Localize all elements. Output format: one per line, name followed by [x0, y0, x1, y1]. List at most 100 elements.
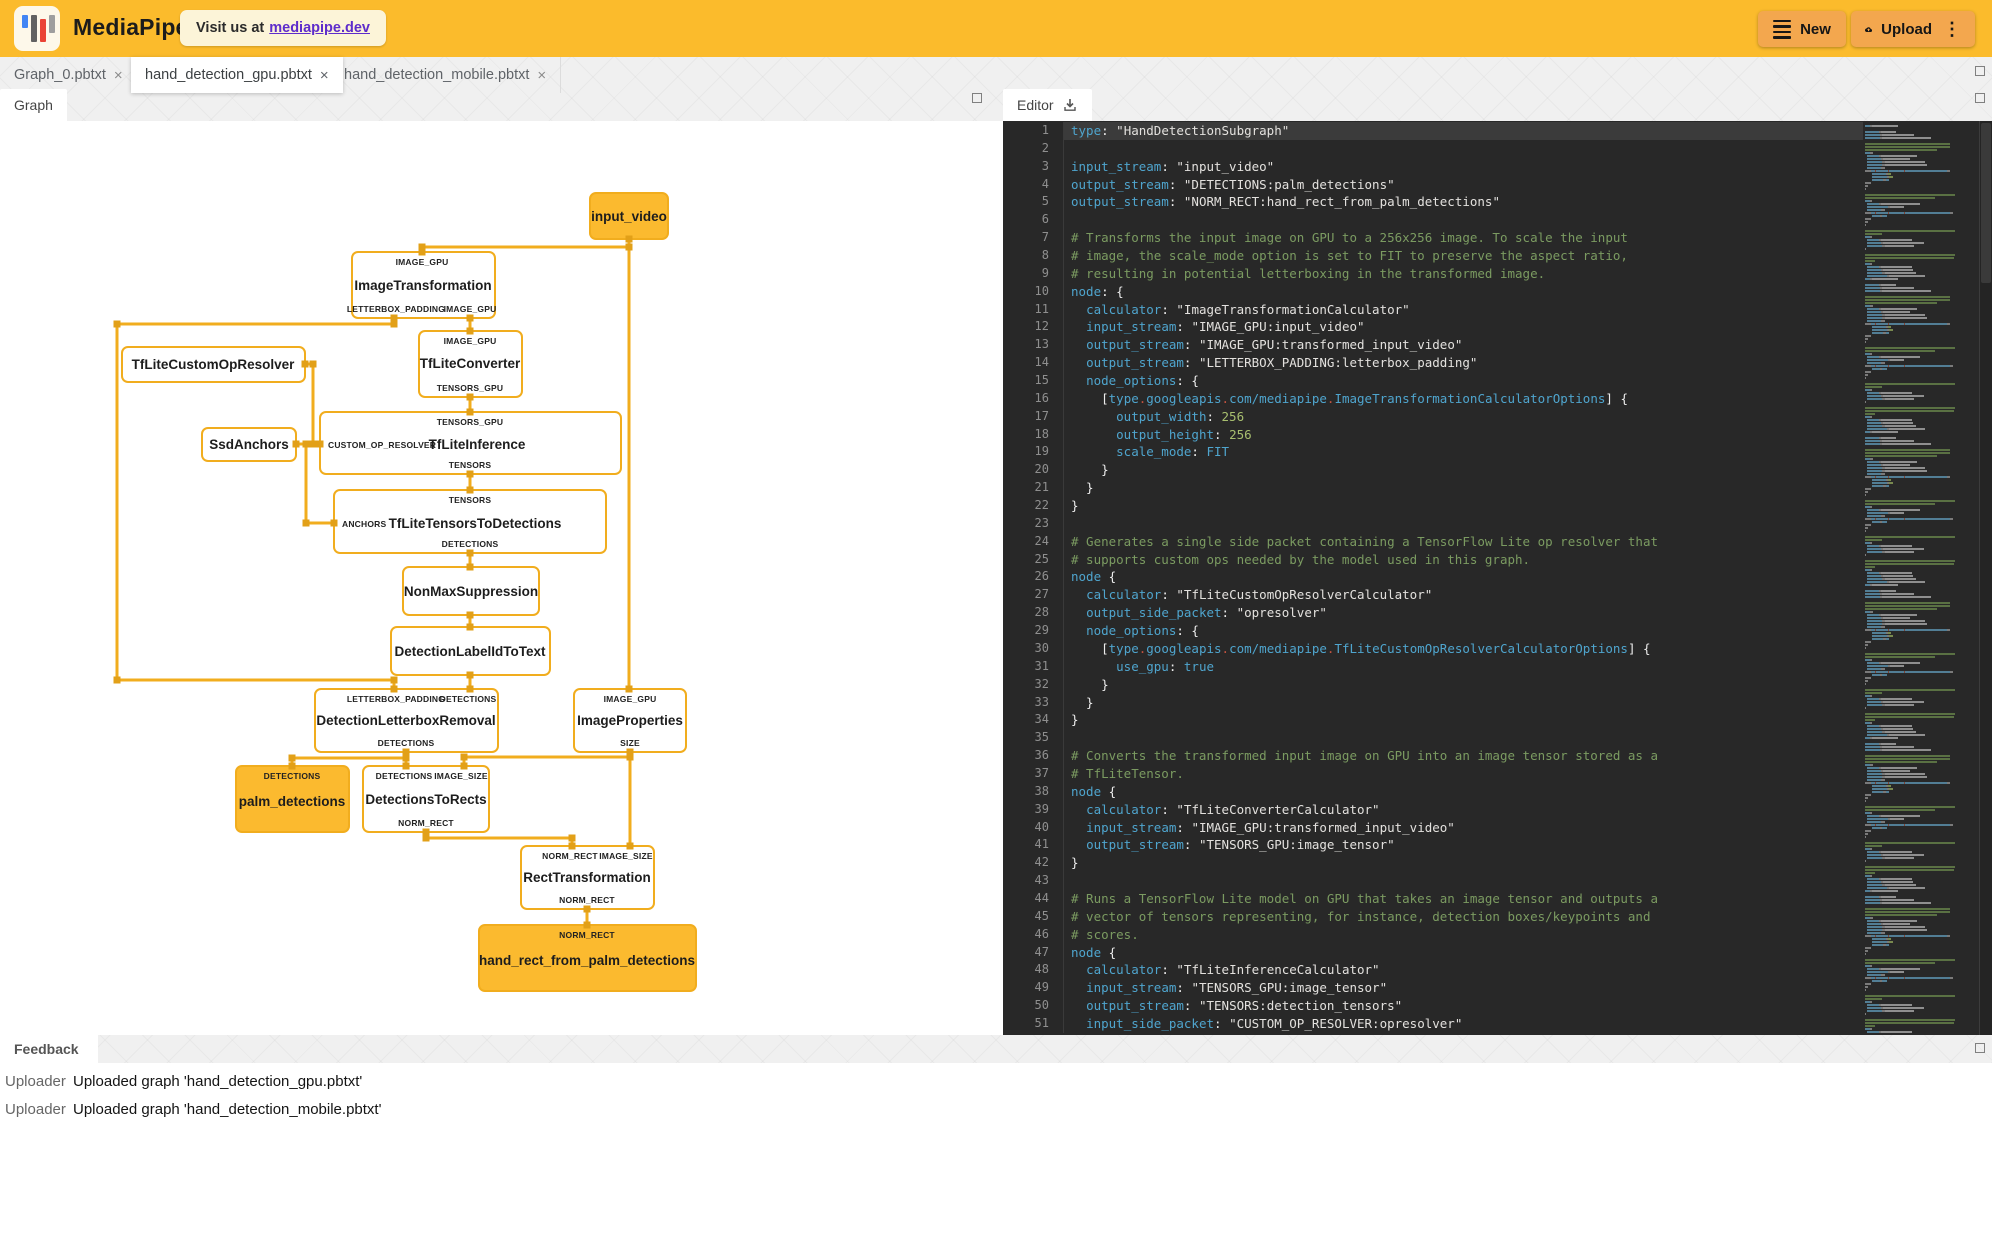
code-line: 4 output_stream: "DETECTIONS:palm_detecti…	[1003, 175, 1863, 194]
graph-node-input-video[interactable]: input_video	[589, 192, 669, 240]
code-line: 39 calculator: "TfLiteConverterCalculato…	[1003, 800, 1863, 819]
code-line: 32 }	[1003, 675, 1863, 694]
code-line: 51 input_side_packet: "CUSTOM_OP_RESOLVE…	[1003, 1014, 1863, 1033]
upload-menu-icon[interactable]: ⋮	[1943, 20, 1961, 38]
svg-text:DetectionLetterboxRemoval: DetectionLetterboxRemoval	[316, 713, 495, 728]
svg-text:DETECTIONS: DETECTIONS	[378, 738, 435, 748]
graph-canvas[interactable]: input_video IMAGE_GPU ImageTransformatio…	[0, 121, 995, 1035]
feedback-tab-label: Feedback	[14, 1041, 79, 1057]
svg-text:TfLiteConverter: TfLiteConverter	[420, 356, 521, 371]
file-tab-graph-0[interactable]: Graph_0.pbtxt ×	[0, 57, 138, 93]
file-tab-hand-detection-gpu[interactable]: hand_detection_gpu.pbtxt ×	[131, 57, 343, 93]
svg-text:LETTERBOX_PADDING: LETTERBOX_PADDING	[347, 304, 445, 314]
upload-button-label: Upload	[1881, 20, 1932, 38]
maximize-icon[interactable]	[1975, 66, 1985, 76]
maximize-feedback-icon[interactable]	[1975, 1043, 1985, 1053]
app-title: MediaPipe	[73, 14, 189, 40]
code-line: 11 calculator: "ImageTransformationCalcu…	[1003, 300, 1863, 319]
feedback-row: Uploader Uploaded graph 'hand_detection_…	[5, 1073, 362, 1090]
graph-node-non-max-suppression[interactable]: NonMaxSuppression	[402, 566, 540, 616]
code-line: 28 output_side_packet: "opresolver"	[1003, 604, 1863, 623]
new-button[interactable]: New	[1758, 11, 1846, 47]
minimap[interactable]	[1865, 125, 1977, 1033]
svg-text:TENSORS_GPU: TENSORS_GPU	[437, 383, 503, 393]
code-line: 19 scale_mode: FIT	[1003, 443, 1863, 462]
code-line: 33 }	[1003, 693, 1863, 712]
svg-text:IMAGE_GPU: IMAGE_GPU	[444, 336, 497, 346]
svg-text:DETECTIONS: DETECTIONS	[376, 771, 433, 781]
code-line: 41 output_stream: "TENSORS_GPU:image_ten…	[1003, 836, 1863, 855]
tab-editor[interactable]: Editor	[1003, 89, 1092, 121]
feedback-message: Uploaded graph 'hand_detection_mobile.pb…	[73, 1101, 382, 1118]
graph-node-tflite-tensors-to-detections[interactable]: TENSORS ANCHORS TfLiteTensorsToDetection…	[333, 489, 607, 554]
code-line: 30 [type.googleapis.com/mediapipe.TfLite…	[1003, 639, 1863, 658]
svg-text:NORM_RECT: NORM_RECT	[542, 851, 598, 861]
svg-text:IMAGE_SIZE: IMAGE_SIZE	[599, 851, 653, 861]
code-line: 26 node {	[1003, 568, 1863, 587]
maximize-graph-icon[interactable]	[972, 93, 982, 103]
graph-node-image-properties[interactable]: IMAGE_GPU ImageProperties SIZE	[573, 688, 687, 753]
graph-node-tflite-inference[interactable]: TENSORS_GPU CUSTOM_OP_RESOLVER TfLiteInf…	[319, 411, 622, 475]
code-line: 35	[1003, 729, 1863, 748]
feedback-log: Uploader Uploaded graph 'hand_detection_…	[0, 1063, 1992, 1242]
code-line: 3 input_stream: "input_video"	[1003, 157, 1863, 176]
close-icon[interactable]: ×	[114, 68, 123, 83]
graph-node-rect-transformation[interactable]: NORM_RECT IMAGE_SIZE RectTransformation …	[520, 845, 655, 910]
graph-node-palm-detections[interactable]: DETECTIONS palm_detections	[235, 765, 350, 833]
feedback-row: Uploader Uploaded graph 'hand_detection_…	[5, 1101, 381, 1118]
code-line: 10 node: {	[1003, 282, 1863, 301]
tab-strip: Graph_0.pbtxt × hand_detection_gpu.pbtxt…	[0, 57, 1992, 121]
code-line: 1 type: "HandDetectionSubgraph"	[1003, 122, 1863, 140]
close-icon[interactable]: ×	[537, 68, 546, 83]
code-line: 6	[1003, 211, 1863, 230]
svg-text:input_video: input_video	[591, 209, 667, 224]
graph-node-tflite-converter[interactable]: IMAGE_GPU TfLiteConverter TENSORS_GPU	[418, 330, 523, 398]
svg-text:palm_detections: palm_detections	[239, 794, 346, 809]
code-line: 25 # supports custom ops needed by the mo…	[1003, 550, 1863, 569]
tab-feedback[interactable]: Feedback	[0, 1035, 98, 1063]
feedback-source: Uploader	[5, 1101, 66, 1118]
graph-node-tflite-custom-op-resolver[interactable]: TfLiteCustomOpResolver	[121, 346, 306, 383]
svg-text:TENSORS_GPU: TENSORS_GPU	[437, 417, 503, 427]
code-line: 8 # image, the scale_mode option is set t…	[1003, 247, 1863, 265]
upload-button[interactable]: Upload ⋮	[1851, 11, 1975, 47]
code-line: 34}	[1003, 711, 1863, 730]
code-line: 20 }	[1003, 461, 1863, 480]
scrollbar-thumb[interactable]	[1981, 123, 1991, 283]
file-tab-hand-detection-mobile[interactable]: hand_detection_mobile.pbtxt ×	[330, 57, 562, 93]
visit-us-chip: Visit us at mediapipe.dev	[180, 10, 386, 46]
maximize-editor-icon[interactable]	[1975, 93, 1985, 103]
graph-node-ssd-anchors[interactable]: SsdAnchors	[201, 427, 297, 462]
svg-text:SIZE: SIZE	[620, 738, 640, 748]
editor-scrollbar[interactable]	[1980, 121, 1992, 1035]
editor-tab-label: Editor	[1017, 97, 1054, 113]
graph-node-image-transformation[interactable]: IMAGE_GPU ImageTransformation LETTERBOX_…	[347, 251, 496, 319]
download-icon[interactable]	[1062, 97, 1078, 113]
file-tab-label: Graph_0.pbtxt	[14, 67, 106, 83]
code-line: 31 use_gpu: true	[1003, 657, 1863, 676]
code-editor[interactable]: 1 type: "HandDetectionSubgraph" 2 3 input_st…	[1003, 121, 1992, 1035]
graph-node-detection-label-id-to-text[interactable]: DetectionLabelIdToText	[390, 626, 551, 676]
svg-text:ImageTransformation: ImageTransformation	[354, 278, 491, 293]
code-lines: 1 type: "HandDetectionSubgraph" 2 3 input_st…	[1003, 122, 1863, 1033]
svg-text:DetectionsToRects: DetectionsToRects	[365, 792, 486, 807]
svg-text:CUSTOM_OP_RESOLVER: CUSTOM_OP_RESOLVER	[328, 440, 436, 450]
code-line: 24 # Generates a single side packet conta…	[1003, 532, 1863, 551]
graph-node-detections-to-rects[interactable]: DETECTIONS IMAGE_SIZE DetectionsToRects …	[362, 765, 490, 833]
code-line: 22}	[1003, 497, 1863, 515]
code-line: 5 output_stream: "NORM_RECT:hand_rect_fro…	[1003, 193, 1863, 212]
svg-text:DETECTIONS: DETECTIONS	[440, 694, 497, 704]
app-header: MediaPipe Visit us at mediapipe.dev New …	[0, 0, 1992, 57]
graph-node-detection-letterbox-removal[interactable]: LETTERBOX_PADDING DETECTIONS DetectionLe…	[314, 688, 499, 753]
tab-graph[interactable]: Graph	[0, 89, 67, 121]
svg-text:NORM_RECT: NORM_RECT	[559, 930, 615, 940]
code-line: 44 # Runs a TensorFlow Lite model on GPU …	[1003, 889, 1863, 908]
code-line: 23	[1003, 514, 1863, 533]
cloud-upload-icon	[1865, 27, 1873, 32]
new-button-label: New	[1800, 20, 1831, 38]
graph-node-hand-rect-from-palm-detections[interactable]: NORM_RECT hand_rect_from_palm_detections	[478, 924, 697, 992]
close-icon[interactable]: ×	[320, 68, 329, 83]
new-graph-icon	[1773, 19, 1792, 39]
svg-text:hand_rect_from_palm_detections: hand_rect_from_palm_detections	[479, 953, 695, 968]
mediapipe-dev-link[interactable]: mediapipe.dev	[269, 20, 370, 36]
